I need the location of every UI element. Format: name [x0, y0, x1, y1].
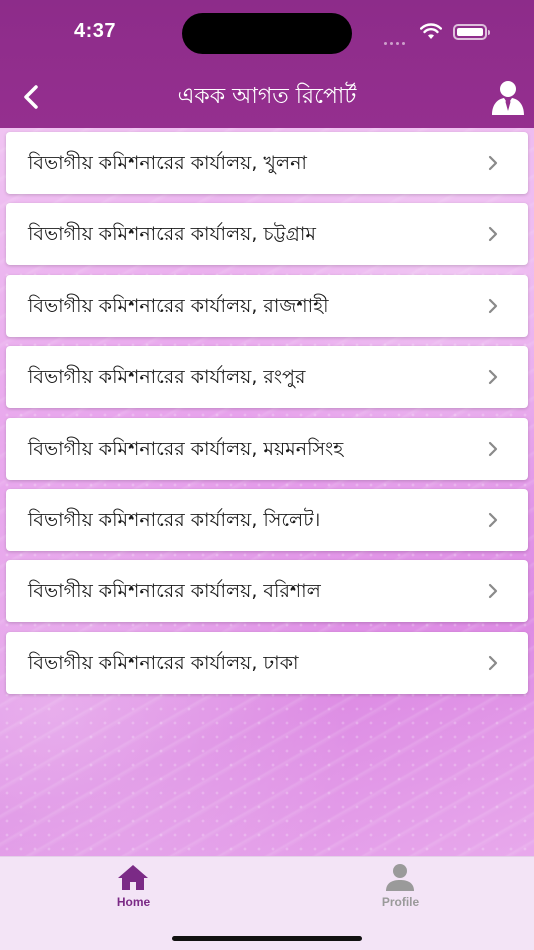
home-icon [118, 865, 148, 890]
list-item-khulna[interactable]: বিভাগীয় কমিশনারের কার্যালয়, খুলনা [6, 132, 528, 194]
list-item-label: বিভাগীয় কমিশনারের কার্যালয়, রংপুর [28, 366, 306, 389]
chevron-right-icon [488, 655, 498, 670]
list-item-label: বিভাগীয় কমিশনারের কার্যালয়, ঢাকা [28, 651, 299, 674]
tab-home-label: Home [116, 895, 151, 909]
person-icon [386, 864, 414, 891]
cellular-signal-icon [384, 30, 408, 49]
app-header: 4:37 একক আগত রিপোর্ট [0, 0, 534, 128]
list-item-label: বিভাগীয় কমিশনারের কার্যালয়, রাজশাহী [28, 294, 329, 317]
chevron-right-icon [488, 512, 498, 528]
chevron-right-icon [488, 298, 498, 313]
list-item-label: বিভাগীয় কমিশনারের কার্যালয়, বরিশাল [28, 580, 321, 603]
office-list: বিভাগীয় কমিশনারের কার্যালয়, খুলনা বিভা… [6, 132, 528, 703]
user-tie-icon[interactable] [490, 78, 526, 116]
dynamic-island [182, 13, 352, 54]
chevron-right-icon [488, 155, 498, 171]
list-item-sylhet[interactable]: বিভাগীয় কমিশনারের কার্যালয়, সিলেট। [6, 488, 528, 551]
chevron-right-icon [488, 441, 498, 456]
list-item-chattogram[interactable]: বিভাগীয় কমিশনারের কার্যালয়, চট্টগ্রাম [6, 203, 528, 266]
chevron-right-icon [488, 370, 498, 385]
status-bar: 4:37 [0, 0, 534, 64]
tab-profile-label: Profile [381, 895, 420, 909]
content-area: বিভাগীয় কমিশনারের কার্যালয়, খুলনা বিভা… [0, 128, 534, 856]
battery-icon [453, 24, 490, 40]
list-item-rajshahi[interactable]: বিভাগীয় কমিশনারের কার্যালয়, রাজশাহী [6, 274, 528, 337]
tab-home[interactable]: Home [0, 857, 267, 917]
page-title: একক আগত রিপোর্ট [177, 84, 357, 109]
list-item-label: বিভাগীয় কমিশনারের কার্যালয়, সিলেট। [28, 508, 321, 531]
list-item-mymensingh[interactable]: বিভাগীয় কমিশনারের কার্যালয়, ময়মনসিংহ [6, 417, 528, 480]
chevron-right-icon [488, 584, 498, 599]
list-item-dhaka[interactable]: বিভাগীয় কমিশনারের কার্যালয়, ঢাকা [6, 631, 528, 694]
list-item-label: বিভাগীয় কমিশনারের কার্যালয়, চট্টগ্রাম [28, 223, 316, 246]
list-item-label: বিভাগীয় কমিশনারের কার্যালয়, ময়মনসিংহ [28, 437, 344, 460]
tab-profile[interactable]: Profile [267, 857, 534, 917]
list-item-rangpur[interactable]: বিভাগীয় কমিশনারের কার্যালয়, রংপুর [6, 346, 528, 409]
list-item-barishal[interactable]: বিভাগীয় কমিশনারের কার্যালয়, বরিশাল [6, 560, 528, 623]
wifi-icon [420, 23, 442, 39]
status-time: 4:37 [74, 20, 117, 42]
list-item-label: বিভাগীয় কমিশনারের কার্যালয়, খুলনা [28, 152, 307, 174]
home-indicator [172, 936, 362, 941]
chevron-right-icon [488, 227, 498, 242]
